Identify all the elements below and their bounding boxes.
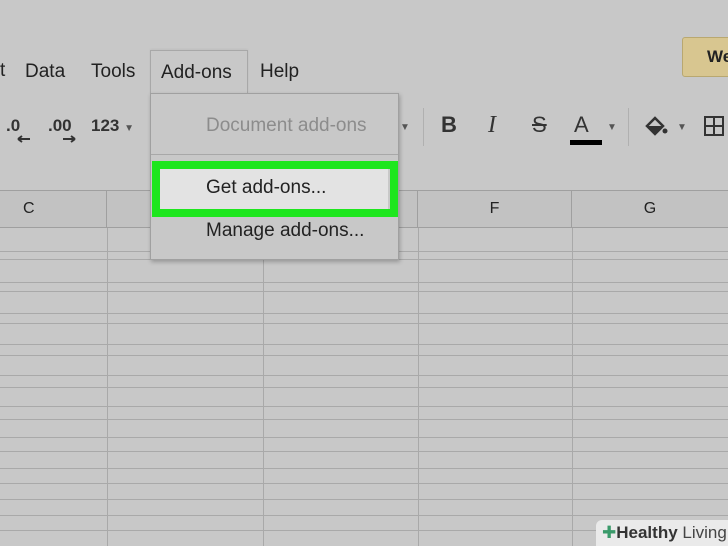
bold-button[interactable]: B bbox=[441, 112, 457, 138]
arrow-left-icon bbox=[17, 135, 30, 143]
more-formats-button[interactable]: 123 ▼ bbox=[91, 116, 134, 136]
grid-line bbox=[0, 483, 728, 484]
column-header-c[interactable]: C bbox=[0, 191, 107, 227]
menu-bar: Data Tools Add-ons Help bbox=[0, 50, 728, 95]
text-color-label: A bbox=[574, 112, 589, 137]
plus-logo-icon: ✚ bbox=[602, 523, 617, 542]
more-formats-label: 123 bbox=[91, 116, 120, 135]
menu-data[interactable]: Data bbox=[15, 50, 75, 94]
text-color-button[interactable]: A bbox=[570, 112, 602, 145]
grid-line bbox=[0, 355, 728, 356]
menu-divider bbox=[151, 154, 398, 155]
watermark-bold-text: Healthy bbox=[616, 523, 678, 542]
menu-item-document-addons: Document add-ons bbox=[206, 115, 367, 136]
chevron-down-icon[interactable]: ▼ bbox=[677, 122, 687, 133]
text-color-bar bbox=[570, 140, 602, 145]
grid-line bbox=[0, 451, 728, 452]
menu-tools[interactable]: Tools bbox=[81, 50, 145, 94]
grid-line bbox=[0, 291, 728, 292]
grid-line bbox=[0, 419, 728, 420]
grid-line bbox=[0, 323, 728, 324]
borders-icon[interactable] bbox=[703, 115, 725, 137]
increase-decimal-button[interactable]: .00 bbox=[48, 116, 76, 143]
menu-item-manage-addons[interactable]: Manage add-ons... bbox=[206, 220, 364, 242]
chevron-down-icon[interactable]: ▼ bbox=[400, 122, 410, 133]
arrow-right-icon bbox=[63, 135, 76, 143]
increase-decimal-label: .00 bbox=[48, 116, 72, 135]
fill-color-icon[interactable] bbox=[643, 114, 669, 138]
column-header-f[interactable]: F bbox=[418, 191, 572, 227]
chevron-down-icon: ▼ bbox=[124, 123, 135, 134]
watermark-light-text: Living bbox=[682, 523, 727, 542]
grid-line bbox=[0, 387, 728, 388]
highlight-box bbox=[152, 161, 398, 217]
watermark: ✚Healthy Living bbox=[596, 520, 728, 546]
decrease-decimal-button[interactable]: .0 bbox=[6, 116, 30, 143]
grid-line bbox=[0, 515, 728, 516]
column-header-g[interactable]: G bbox=[572, 191, 728, 227]
italic-button[interactable]: I bbox=[488, 112, 496, 139]
menu-addons[interactable]: Add-ons bbox=[150, 50, 248, 95]
toolbar-divider bbox=[628, 108, 629, 146]
menu-help[interactable]: Help bbox=[250, 50, 309, 94]
decrease-decimal-label: .0 bbox=[6, 116, 21, 135]
toolbar-divider bbox=[423, 108, 424, 146]
chevron-down-icon[interactable]: ▼ bbox=[607, 122, 617, 133]
strikethrough-button[interactable]: S bbox=[532, 112, 547, 138]
top-right-button[interactable]: We bbox=[682, 37, 728, 77]
